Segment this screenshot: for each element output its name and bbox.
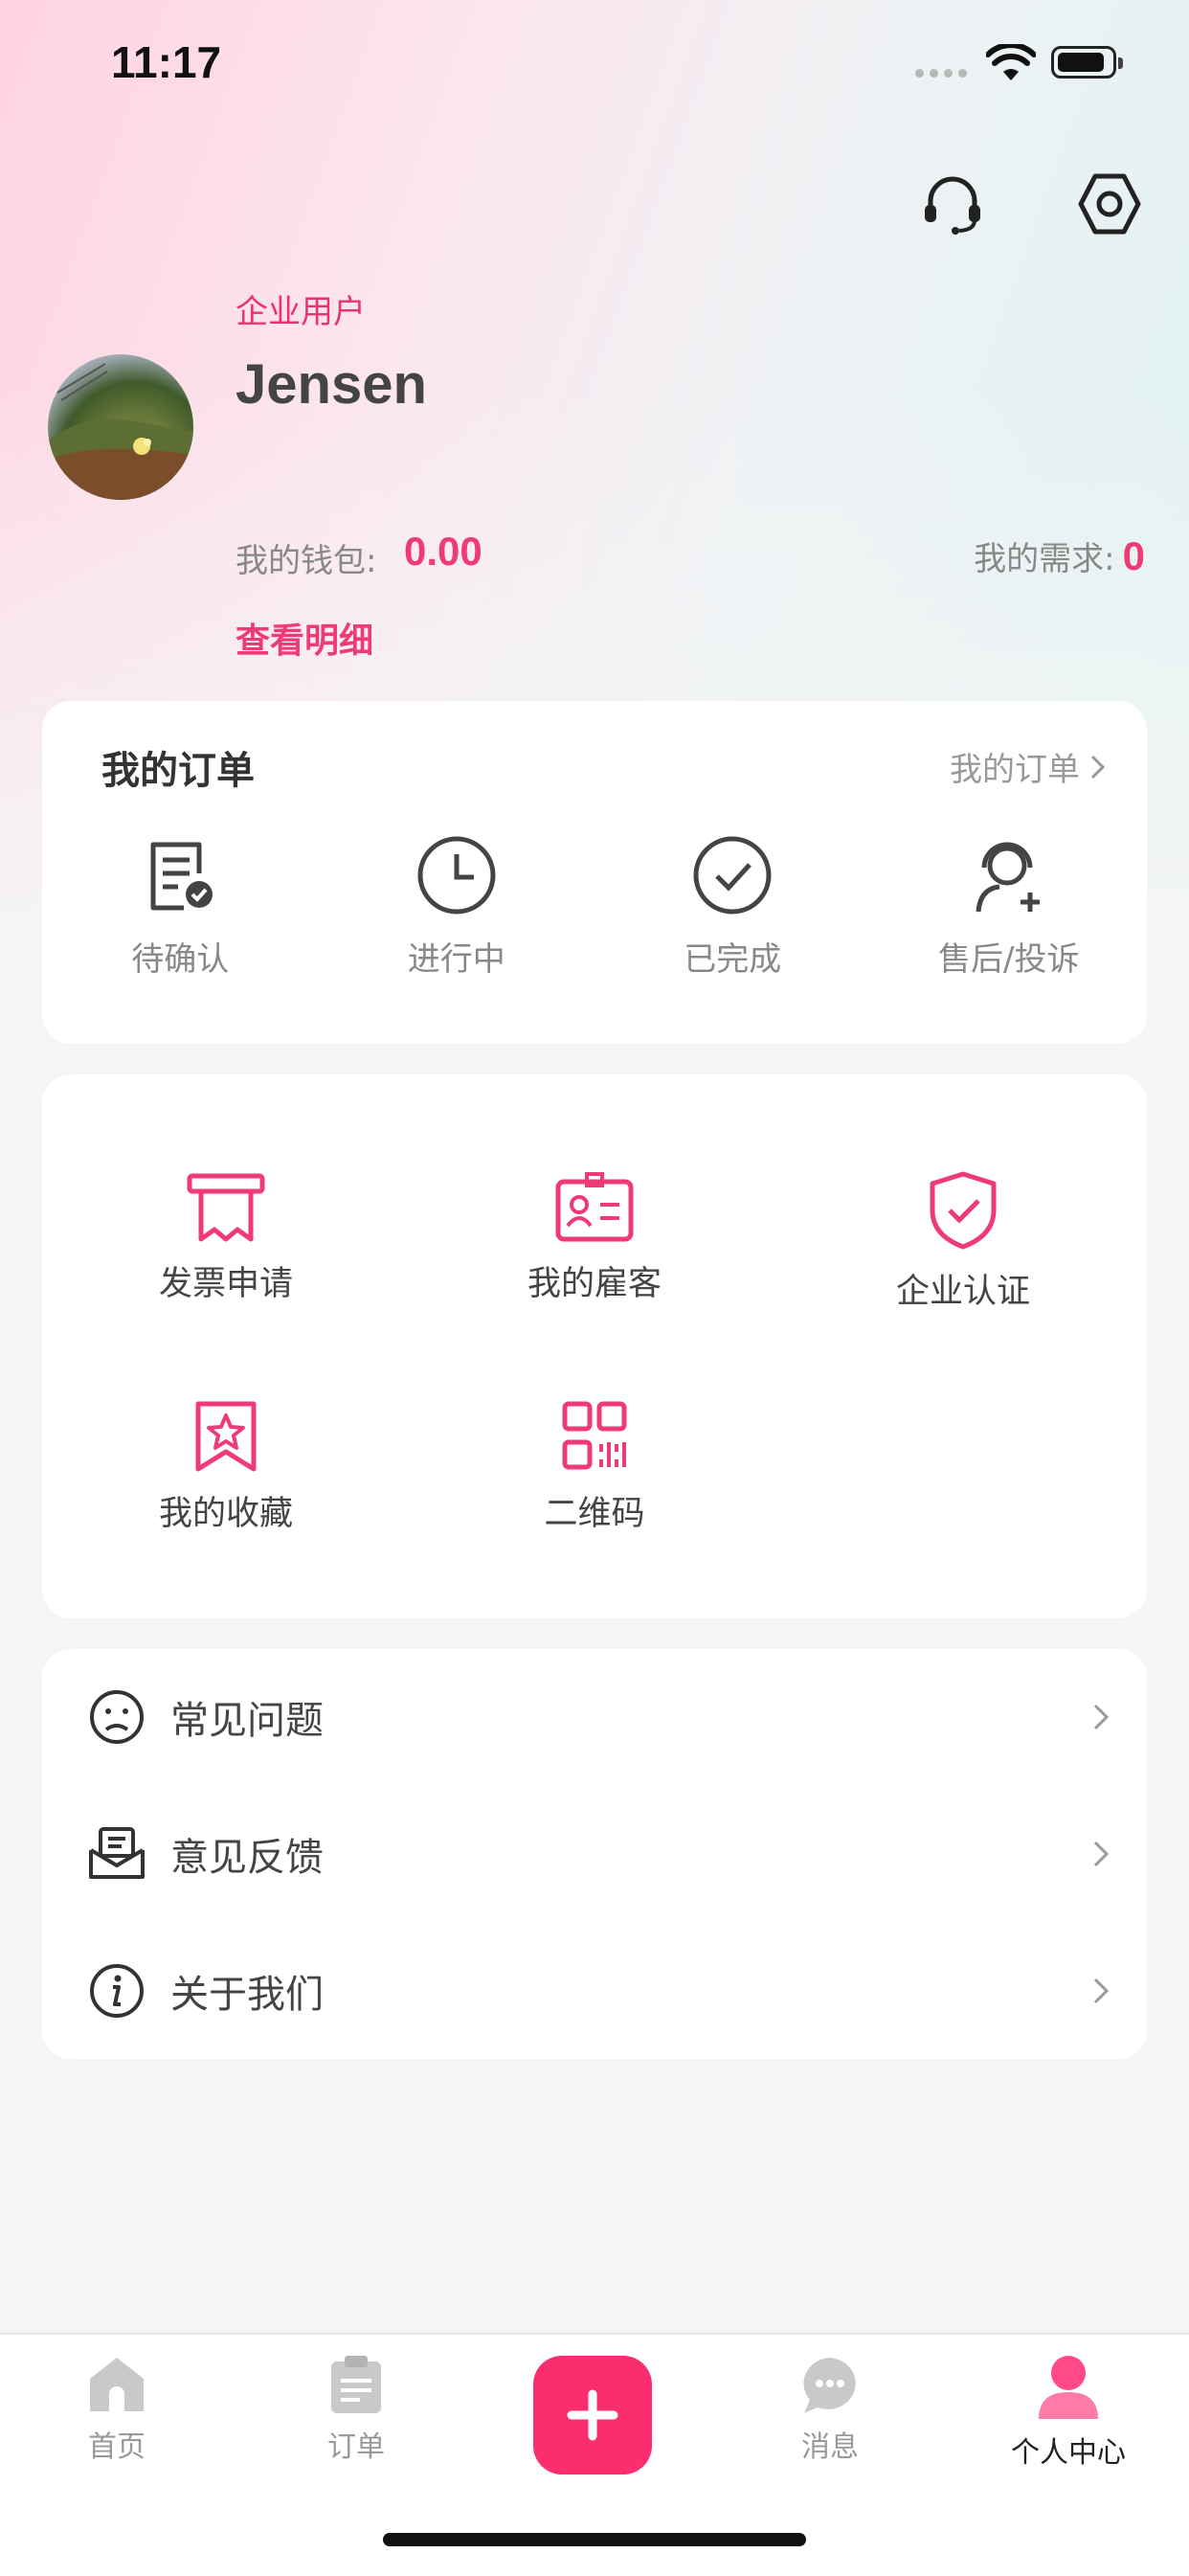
tab-label: 订单 bbox=[327, 2430, 385, 2464]
tool-label: 我的雇客 bbox=[527, 1265, 662, 1303]
check-circle-icon bbox=[693, 836, 772, 915]
tool-label: 企业认证 bbox=[895, 1273, 1030, 1311]
tab-orders[interactable]: 订单 bbox=[280, 2354, 433, 2465]
home-icon bbox=[90, 2358, 144, 2411]
tool-label: 二维码 bbox=[544, 1495, 645, 1533]
signal-icon bbox=[915, 69, 967, 78]
chevron-right-icon bbox=[1093, 1704, 1110, 1730]
demand-info[interactable]: 我的需求: 0 bbox=[974, 532, 1145, 579]
qr-code-icon bbox=[562, 1401, 627, 1470]
order-item-label: 进行中 bbox=[407, 940, 505, 979]
wallet-value: 0.00 bbox=[404, 529, 482, 574]
service-agent-icon bbox=[976, 842, 1040, 913]
orders-more-label: 我的订单 bbox=[950, 751, 1080, 789]
order-item-label: 待确认 bbox=[131, 940, 230, 979]
tab-label: 个人中心 bbox=[1011, 2436, 1126, 2470]
menu-label: 关于我们 bbox=[170, 1973, 324, 2017]
view-details-link[interactable]: 查看明细 bbox=[236, 613, 373, 663]
tool-label: 发票申请 bbox=[158, 1265, 293, 1303]
orders-card: 我的订单 我的订单 待确认 进行中 已完成 售后/投诉 bbox=[42, 701, 1147, 1044]
id-card-icon bbox=[555, 1172, 634, 1242]
home-indicator bbox=[383, 2533, 806, 2546]
invoice-icon bbox=[187, 1173, 265, 1242]
tool-my-clients[interactable]: 我的雇客 bbox=[451, 1170, 738, 1305]
menu-label: 意见反馈 bbox=[170, 1836, 324, 1880]
settings-icon[interactable] bbox=[1074, 169, 1145, 239]
clipboard-icon bbox=[331, 2356, 381, 2413]
demand-value: 0 bbox=[1122, 533, 1145, 578]
tool-enterprise-cert[interactable]: 企业认证 bbox=[819, 1170, 1107, 1313]
add-button[interactable] bbox=[533, 2356, 652, 2474]
menu-about-us[interactable]: 关于我们 bbox=[42, 1923, 1147, 2059]
tool-invoice[interactable]: 发票申请 bbox=[82, 1170, 370, 1305]
battery-icon bbox=[1051, 46, 1123, 79]
menu-feedback[interactable]: 意见反馈 bbox=[42, 1786, 1147, 1922]
order-completed[interactable]: 已完成 bbox=[594, 835, 871, 980]
shield-check-icon bbox=[930, 1171, 997, 1250]
orders-more-link[interactable]: 我的订单 bbox=[950, 743, 1107, 790]
document-check-icon bbox=[150, 842, 213, 911]
tab-messages[interactable]: 消息 bbox=[753, 2354, 907, 2465]
order-item-label: 售后/投诉 bbox=[938, 940, 1080, 979]
status-time: 11:17 bbox=[111, 37, 222, 87]
demand-label: 我的需求: bbox=[974, 540, 1115, 578]
order-after-sales[interactable]: 售后/投诉 bbox=[871, 835, 1148, 980]
menu-faq[interactable]: 常见问题 bbox=[42, 1649, 1147, 1785]
feedback-mail-icon bbox=[86, 1823, 147, 1885]
username: Jensen bbox=[236, 353, 427, 416]
wallet-label: 我的钱包: bbox=[236, 542, 377, 580]
chevron-right-icon bbox=[1093, 1841, 1110, 1867]
menu-label: 常见问题 bbox=[170, 1699, 324, 1743]
order-item-label: 已完成 bbox=[684, 940, 782, 979]
orders-title: 我的订单 bbox=[101, 749, 255, 793]
tab-home[interactable]: 首页 bbox=[40, 2354, 193, 2465]
tab-label: 首页 bbox=[88, 2430, 146, 2464]
chevron-right-icon bbox=[1090, 755, 1106, 779]
tab-label: 消息 bbox=[801, 2430, 859, 2464]
sad-face-icon bbox=[86, 1686, 147, 1748]
info-icon bbox=[86, 1960, 147, 2022]
order-in-progress[interactable]: 进行中 bbox=[319, 835, 595, 980]
tab-personal-center[interactable]: 个人中心 bbox=[992, 2354, 1145, 2471]
wifi-icon bbox=[985, 42, 1037, 86]
plus-icon bbox=[567, 2389, 618, 2441]
tools-card: 发票申请 我的雇客 企业认证 我的收藏 二维码 bbox=[42, 1074, 1147, 1618]
tool-label: 我的收藏 bbox=[158, 1495, 293, 1533]
chat-bubble-icon bbox=[803, 2358, 856, 2413]
order-pending-confirm[interactable]: 待确认 bbox=[42, 835, 319, 980]
tool-qr-code[interactable]: 二维码 bbox=[451, 1400, 738, 1535]
avatar[interactable] bbox=[48, 354, 193, 500]
chevron-right-icon bbox=[1093, 1977, 1110, 2004]
clock-icon bbox=[417, 836, 496, 915]
tool-favorites[interactable]: 我的收藏 bbox=[82, 1400, 370, 1535]
person-icon bbox=[1039, 2356, 1098, 2419]
menu-card: 常见问题 意见反馈 关于我们 bbox=[42, 1649, 1147, 2059]
headset-icon[interactable] bbox=[917, 169, 988, 239]
user-type-label: 企业用户 bbox=[236, 293, 366, 331]
bookmark-star-icon bbox=[195, 1401, 257, 1472]
